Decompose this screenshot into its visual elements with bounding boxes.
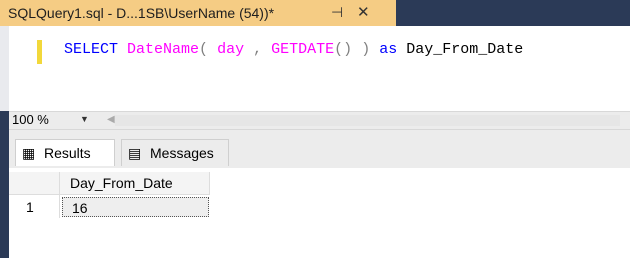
document-tab-bar: SQLQuery1.sql - D...1SB\UserName (54))* … (0, 0, 630, 26)
table-cell[interactable]: 16 (62, 197, 209, 217)
results-pane: ▦ Results ▤ Messages Day_From_Date 1 16 (9, 130, 630, 258)
tab-results[interactable]: ▦ Results (15, 139, 115, 166)
query-tab[interactable]: SQLQuery1.sql - D...1SB\UserName (54))* … (0, 0, 396, 26)
getdate-parens: () (334, 41, 353, 58)
tab-messages-label: Messages (150, 145, 214, 161)
scroll-left-icon[interactable]: ◀ (107, 114, 115, 125)
function-datename: DateName (127, 41, 200, 58)
close-icon[interactable]: ✕ (357, 3, 370, 21)
grid-corner[interactable] (9, 172, 60, 195)
tab-messages[interactable]: ▤ Messages (121, 139, 229, 166)
code-line[interactable]: SELECT DateName( day , GETDATE() ) as Da… (64, 41, 523, 58)
results-grid: Day_From_Date 1 16 (9, 168, 630, 258)
pin-icon[interactable]: ⊣ (331, 4, 343, 21)
grid-icon: ▦ (22, 145, 36, 161)
function-getdate: GETDATE (271, 41, 335, 58)
comma: , (253, 41, 263, 58)
keyword-select: SELECT (64, 41, 119, 58)
column-header[interactable]: Day_From_Date (60, 172, 210, 195)
results-tabs: ▦ Results ▤ Messages (9, 130, 630, 168)
row-number[interactable]: 1 (9, 195, 60, 218)
column-alias: Day_From_Date (406, 41, 524, 58)
datepart-arg: day (217, 41, 245, 58)
keyword-as: as (379, 41, 398, 58)
zoom-bar: 100 % ▼ ◀ (9, 111, 630, 130)
tab-results-label: Results (44, 145, 91, 161)
editor-gutter (0, 26, 9, 111)
zoom-select[interactable]: 100 % (12, 112, 49, 127)
chevron-down-icon[interactable]: ▼ (80, 114, 89, 124)
horizontal-scrollbar[interactable] (115, 115, 620, 126)
query-tab-title: SQLQuery1.sql - D...1SB\UserName (54))* (8, 5, 275, 21)
open-paren: ( (199, 41, 209, 58)
change-indicator (37, 40, 42, 64)
close-paren: ) (361, 41, 371, 58)
query-editor[interactable]: SELECT DateName( day , GETDATE() ) as Da… (0, 26, 630, 111)
messages-icon: ▤ (128, 145, 142, 161)
